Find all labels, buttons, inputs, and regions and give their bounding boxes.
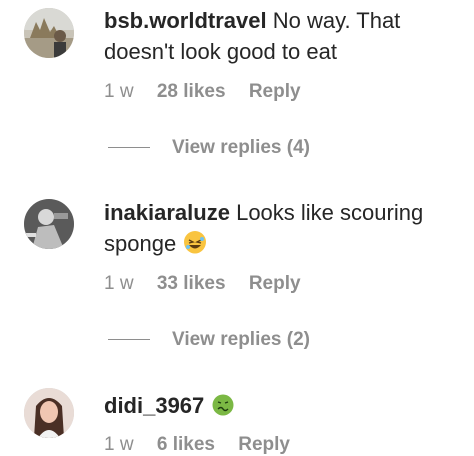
- comment-username[interactable]: didi_3967: [104, 393, 204, 418]
- reply-button[interactable]: Reply: [249, 273, 301, 294]
- comment-meta: 1 w 33 likes Reply: [104, 273, 319, 295]
- comment-meta: 1 w 28 likes Reply: [104, 81, 319, 103]
- comment-text: inakiaraluze Looks like scouring sponge: [104, 197, 464, 259]
- comment-text: didi_3967: [104, 390, 464, 421]
- comment-username[interactable]: bsb.worldtravel: [104, 8, 267, 33]
- rolling-on-floor-laughing-emoji-icon: [184, 231, 207, 254]
- view-replies-button[interactable]: View replies (2): [108, 329, 310, 351]
- reply-button[interactable]: Reply: [238, 434, 290, 455]
- comment-body-line1: Looks like scouring: [236, 200, 424, 225]
- comment-time: 1 w: [104, 81, 134, 102]
- comment-time: 1 w: [104, 273, 134, 294]
- comment-body-line2: sponge: [104, 231, 177, 256]
- comment-meta: 1 w 6 likes Reply: [104, 434, 308, 456]
- avatar-image: [24, 199, 74, 249]
- comment-time: 1 w: [104, 434, 134, 455]
- reply-button[interactable]: Reply: [249, 81, 301, 102]
- comment-likes[interactable]: 33 likes: [157, 273, 226, 294]
- divider-line: [108, 147, 150, 149]
- comment-likes[interactable]: 28 likes: [157, 81, 226, 102]
- comment-likes[interactable]: 6 likes: [157, 434, 215, 455]
- divider-line: [108, 339, 150, 341]
- avatar-image: [24, 8, 74, 58]
- view-replies-button[interactable]: View replies (4): [108, 137, 310, 159]
- comment-text: bsb.worldtravel No way. That doesn't loo…: [104, 5, 464, 67]
- avatar[interactable]: [24, 388, 74, 438]
- avatar[interactable]: [24, 8, 74, 58]
- comment-body-line1: No way. That: [272, 8, 401, 33]
- nauseated-face-emoji-icon: [212, 393, 234, 416]
- avatar[interactable]: [24, 199, 74, 249]
- comment-body-line2: doesn't look good to eat: [104, 39, 337, 64]
- view-replies-label: View replies (4): [172, 137, 310, 158]
- view-replies-label: View replies (2): [172, 329, 310, 350]
- avatar-image: [24, 388, 74, 438]
- comment-username[interactable]: inakiaraluze: [104, 200, 230, 225]
